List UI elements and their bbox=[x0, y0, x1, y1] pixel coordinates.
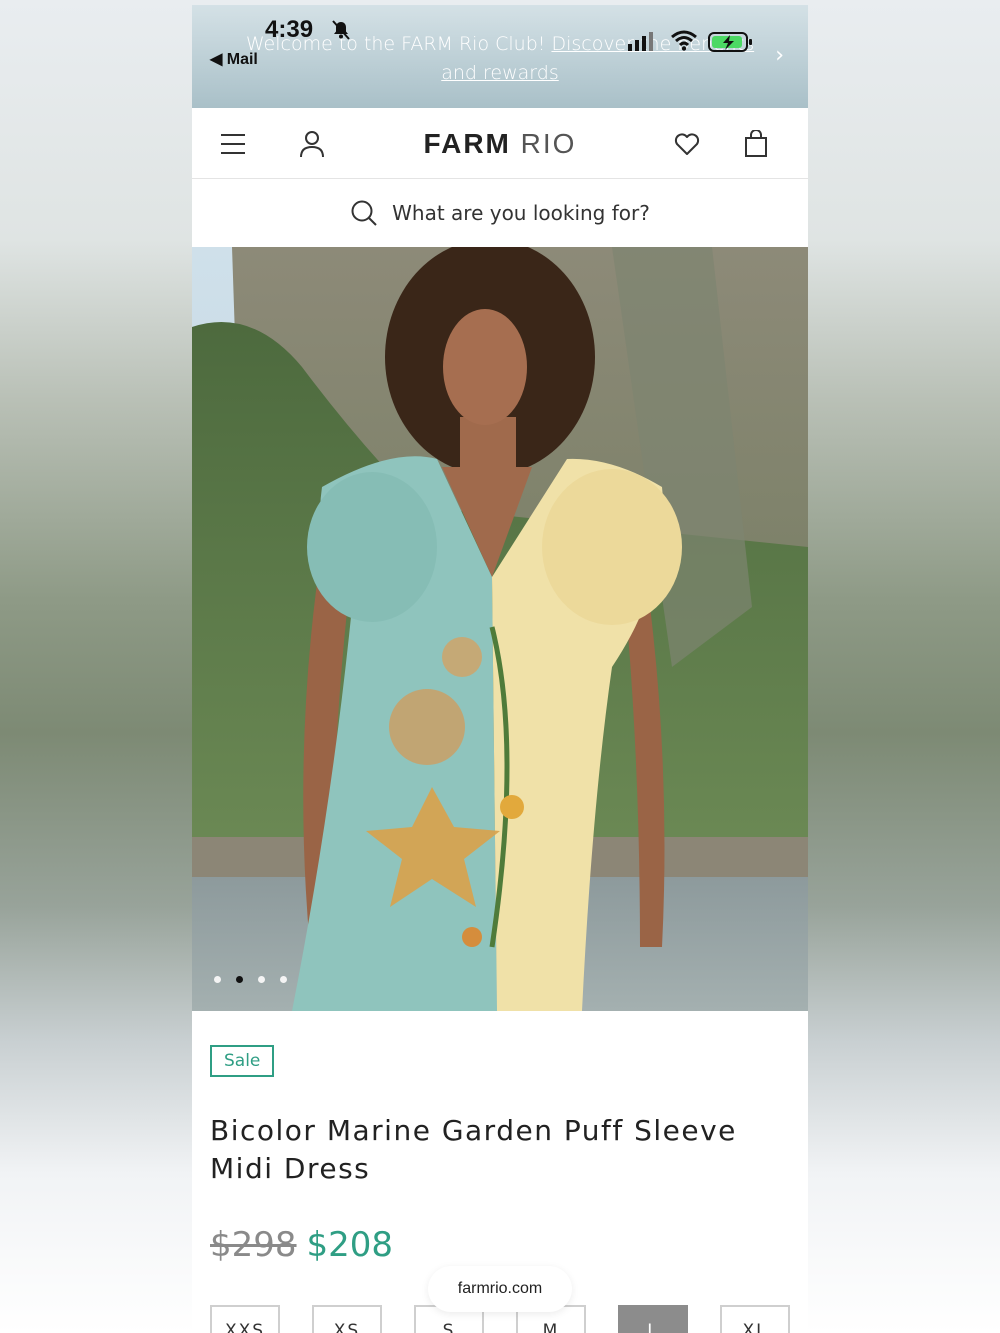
brand-logo[interactable]: FARM RIO bbox=[192, 128, 808, 160]
status-time: 4:39 bbox=[265, 16, 314, 43]
gallery-pagination[interactable] bbox=[214, 976, 287, 983]
search-icon bbox=[351, 200, 377, 226]
browser-url-pill[interactable]: farmrio.com bbox=[428, 1266, 572, 1312]
price-block: $298 $208 bbox=[210, 1225, 393, 1265]
sale-price: $208 bbox=[306, 1225, 394, 1265]
product-title: Bicolor Marine Garden Puff Sleeve Midi D… bbox=[210, 1114, 737, 1185]
signal-icon bbox=[628, 32, 653, 51]
wishlist-heart-icon[interactable] bbox=[674, 132, 700, 156]
search-placeholder: What are you looking for? bbox=[392, 201, 650, 225]
product-image[interactable] bbox=[192, 247, 808, 1011]
original-price: $298 bbox=[210, 1225, 297, 1265]
battery-charging-icon bbox=[708, 32, 752, 52]
phone-screen: Welcome to the FARM Rio Club! Discover t… bbox=[192, 5, 808, 1333]
sale-badge: Sale bbox=[210, 1045, 275, 1077]
size-option[interactable]: XS bbox=[312, 1305, 382, 1333]
shopping-bag-icon[interactable] bbox=[744, 130, 768, 158]
size-option-selected[interactable]: L bbox=[618, 1305, 688, 1333]
search-bar[interactable]: What are you looking for? bbox=[192, 179, 808, 247]
site-header: FARM RIO bbox=[192, 108, 808, 179]
gallery-dot-active[interactable] bbox=[236, 976, 243, 983]
gallery-dot[interactable] bbox=[280, 976, 287, 983]
product-photo bbox=[192, 247, 808, 1011]
announcement-bar[interactable]: Welcome to the FARM Rio Club! Discover t… bbox=[192, 5, 808, 108]
gallery-dot[interactable] bbox=[214, 976, 221, 983]
wifi-icon bbox=[671, 30, 697, 51]
size-option[interactable]: XXS bbox=[210, 1305, 280, 1333]
size-option[interactable]: XL bbox=[720, 1305, 790, 1333]
gallery-dot[interactable] bbox=[258, 976, 265, 983]
back-to-mail-button[interactable]: ◀ Mail bbox=[210, 49, 258, 69]
chevron-right-icon[interactable]: › bbox=[775, 43, 784, 68]
bell-muted-icon bbox=[332, 20, 350, 40]
